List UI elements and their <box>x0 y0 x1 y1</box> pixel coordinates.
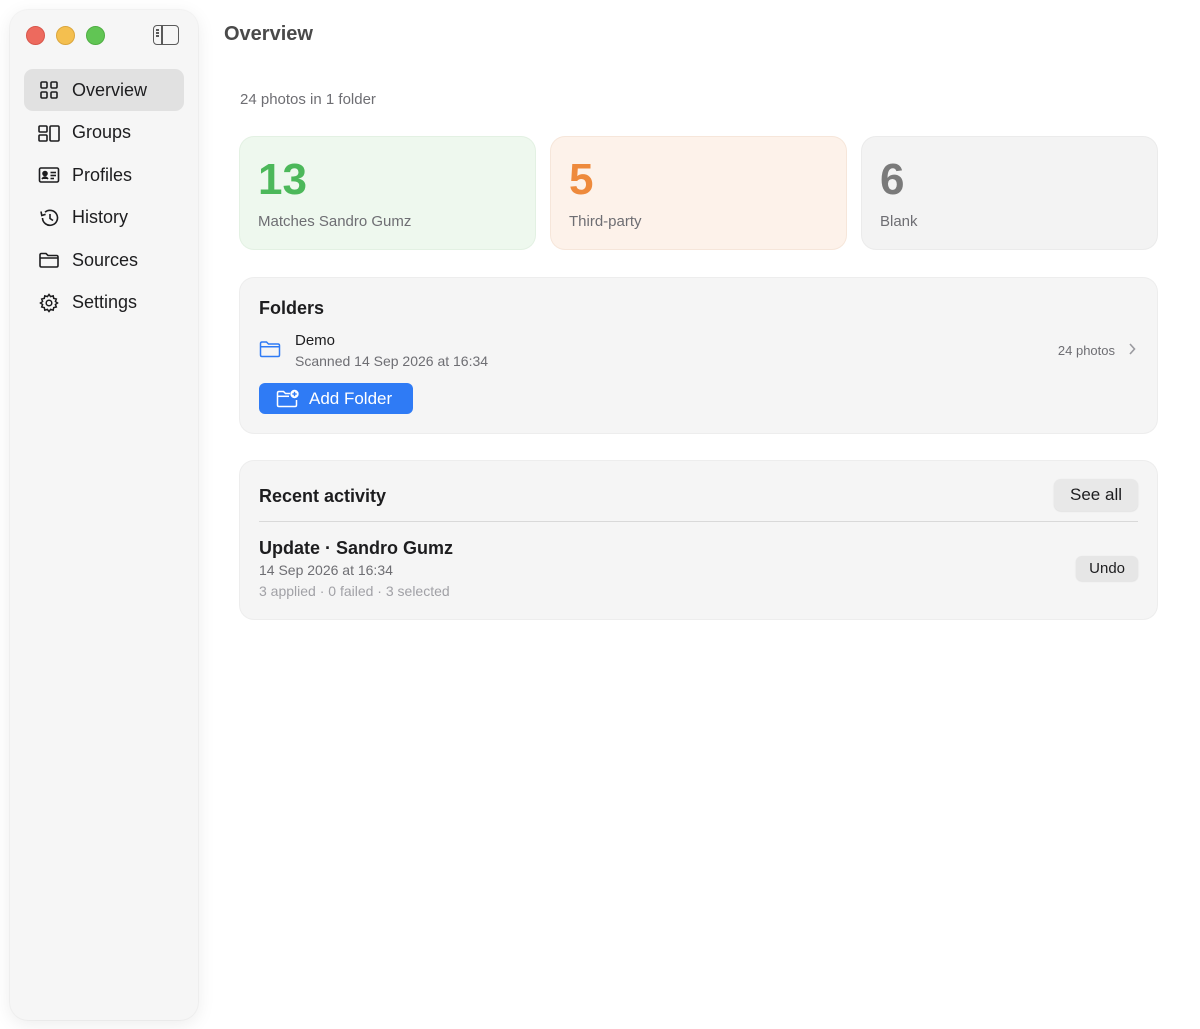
sidebar-item-label: Settings <box>72 292 138 313</box>
sidebar-item-label: Profiles <box>72 164 133 185</box>
folder-name: Demo <box>295 332 336 349</box>
folders-title: Folders <box>259 298 325 318</box>
photo-summary: 24 photos in 1 folder <box>240 91 376 108</box>
sidebar-item-profiles[interactable]: Profiles <box>24 154 184 196</box>
stat-card-matches: 13 Matches Sandro Gumz <box>240 137 535 249</box>
close-window-button[interactable] <box>26 26 45 45</box>
sidebar-item-overview[interactable]: Overview <box>24 69 184 111</box>
sidebar-nav: Overview Groups Profiles History Sources… <box>24 69 184 325</box>
sidebar-item-history[interactable]: History <box>24 197 184 239</box>
folder-icon <box>259 341 281 358</box>
window-controls <box>26 26 105 45</box>
sidebar-item-settings[interactable]: Settings <box>24 282 184 324</box>
sidebar-item-groups[interactable]: Groups <box>24 112 184 154</box>
folder-photo-count: 24 photos <box>1057 343 1115 358</box>
stat-value: 5 <box>569 155 594 204</box>
stat-value: 6 <box>880 155 905 204</box>
sidebar-item-label: Sources <box>72 249 139 270</box>
stat-card-blank: 6 Blank <box>862 137 1157 249</box>
gear-icon <box>38 293 60 313</box>
folder-icon <box>38 250 60 270</box>
stat-card-third-party: 5 Third-party <box>551 137 846 249</box>
sidebar-item-label: Overview <box>72 79 148 100</box>
id-card-icon <box>38 165 60 185</box>
add-folder-label: Add Folder <box>309 388 393 408</box>
minimize-window-button[interactable] <box>56 26 75 45</box>
chevron-right-icon <box>1129 343 1136 355</box>
recent-activity-panel: Recent activity See all Update · Sandro … <box>240 461 1157 619</box>
stat-label: Third-party <box>569 213 642 230</box>
activity-item-date: 14 Sep 2026 at 16:34 <box>259 562 393 578</box>
folder-scanned-date: Scanned 14 Sep 2026 at 16:34 <box>295 353 489 369</box>
stat-label: Matches Sandro Gumz <box>258 213 412 230</box>
grid-icon <box>38 80 60 100</box>
folders-panel: Folders Demo Scanned 14 Sep 2026 at 16:3… <box>240 278 1157 433</box>
divider <box>259 521 1138 522</box>
add-folder-button[interactable]: Add Folder <box>259 383 413 414</box>
recent-activity-title: Recent activity <box>259 486 387 506</box>
activity-item-title: Update · Sandro Gumz <box>259 538 454 558</box>
sidebar-item-sources[interactable]: Sources <box>24 239 184 281</box>
folder-plus-icon <box>276 389 299 408</box>
stat-value: 13 <box>258 155 307 204</box>
zoom-window-button[interactable] <box>86 26 105 45</box>
undo-button[interactable]: Undo <box>1076 556 1138 581</box>
see-all-button[interactable]: See all <box>1054 479 1138 511</box>
sidebar: Overview Groups Profiles History Sources… <box>10 10 198 1020</box>
activity-item-stats: 3 applied · 0 failed · 3 selected <box>259 583 450 599</box>
groups-icon <box>38 123 60 143</box>
sidebar-item-label: History <box>72 207 129 228</box>
page-title: Overview <box>224 23 313 45</box>
clock-history-icon <box>38 208 60 228</box>
sidebar-toggle-icon[interactable] <box>153 25 179 45</box>
sidebar-item-label: Groups <box>72 122 132 143</box>
stat-label: Blank <box>880 213 918 230</box>
